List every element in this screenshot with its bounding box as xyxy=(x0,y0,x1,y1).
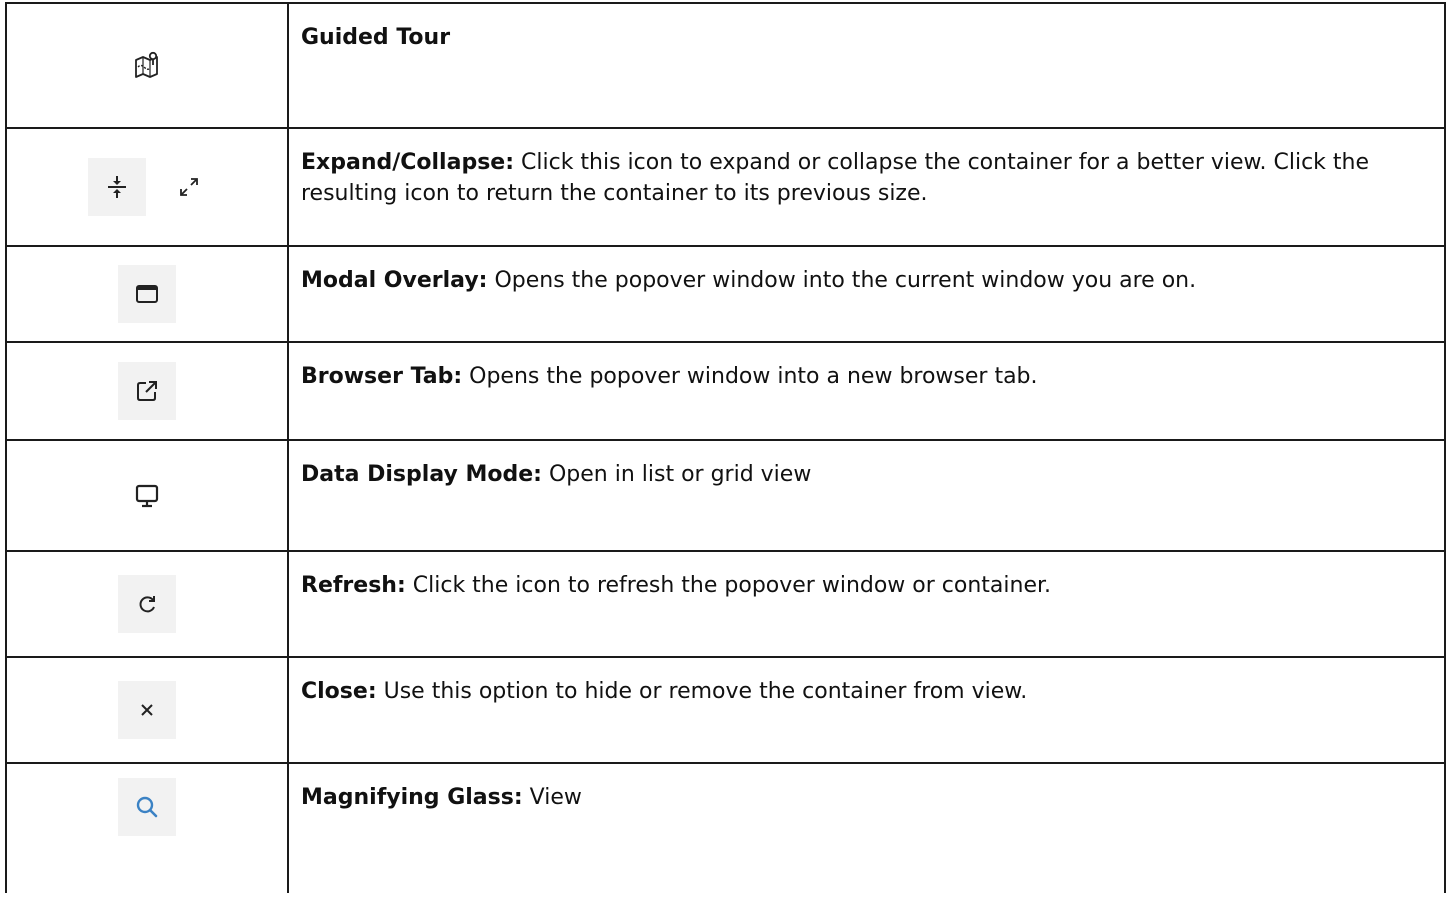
icon-cell xyxy=(5,127,289,247)
description-cell: Magnifying Glass: View xyxy=(287,762,1446,893)
icon-cell xyxy=(5,341,289,441)
close-icon xyxy=(118,681,176,739)
description-cell: Browser Tab: Opens the popover window in… xyxy=(287,341,1446,441)
icon-cell xyxy=(5,550,289,658)
window-icon xyxy=(118,265,176,323)
icon-cell xyxy=(5,2,289,129)
icon-cell xyxy=(5,762,289,893)
row-text: View xyxy=(522,785,582,810)
icon-cell xyxy=(5,245,289,343)
row-text: Click the icon to refresh the popover wi… xyxy=(405,573,1052,598)
description-cell: Refresh: Click the icon to refresh the p… xyxy=(287,550,1446,658)
description-cell: Data Display Mode: Open in list or grid … xyxy=(287,439,1446,552)
row-text: Opens the popover window into a new brow… xyxy=(462,364,1038,389)
table-row: Close: Use this option to hide or remove… xyxy=(5,656,1446,764)
refresh-icon xyxy=(118,575,176,633)
external-link-icon xyxy=(118,362,176,420)
row-label: Refresh: xyxy=(301,573,406,598)
row-label: Modal Overlay: xyxy=(301,268,488,293)
icon-cell xyxy=(5,656,289,764)
row-text: Open in list or grid view xyxy=(541,462,812,487)
description-cell: Expand/Collapse: Click this icon to expa… xyxy=(287,127,1446,247)
icon-pair xyxy=(88,158,206,216)
expand-arrows-icon xyxy=(172,170,206,204)
description-cell: Modal Overlay: Opens the popover window … xyxy=(287,245,1446,343)
guided-tour-icon xyxy=(130,48,164,82)
row-label: Close: xyxy=(301,679,377,704)
row-text: Use this option to hide or remove the co… xyxy=(376,679,1028,704)
icon-cell xyxy=(5,439,289,552)
table-row: Refresh: Click the icon to refresh the p… xyxy=(5,550,1446,658)
row-text: Opens the popover window into the curren… xyxy=(487,268,1197,293)
row-label: Expand/Collapse: xyxy=(301,150,515,175)
table-row: Guided Tour xyxy=(5,2,1446,129)
description-cell: Guided Tour xyxy=(287,2,1446,129)
row-label: Guided Tour xyxy=(301,25,451,50)
description-cell: Close: Use this option to hide or remove… xyxy=(287,656,1446,764)
table-row: Magnifying Glass: View xyxy=(5,762,1446,893)
row-label: Data Display Mode: xyxy=(301,462,542,487)
row-label: Magnifying Glass: xyxy=(301,785,523,810)
monitor-icon xyxy=(130,479,164,513)
table-row: Modal Overlay: Opens the popover window … xyxy=(5,245,1446,343)
table-row: Data Display Mode: Open in list or grid … xyxy=(5,439,1446,552)
search-icon xyxy=(118,778,176,836)
collapse-arrows-icon xyxy=(88,158,146,216)
icon-legend-table: Guided Tour Expand/Collapse: Click this … xyxy=(5,2,1446,893)
row-label: Browser Tab: xyxy=(301,364,463,389)
table-row: Expand/Collapse: Click this icon to expa… xyxy=(5,127,1446,247)
document-page: Guided Tour Expand/Collapse: Click this … xyxy=(0,0,1449,909)
table-row: Browser Tab: Opens the popover window in… xyxy=(5,341,1446,441)
